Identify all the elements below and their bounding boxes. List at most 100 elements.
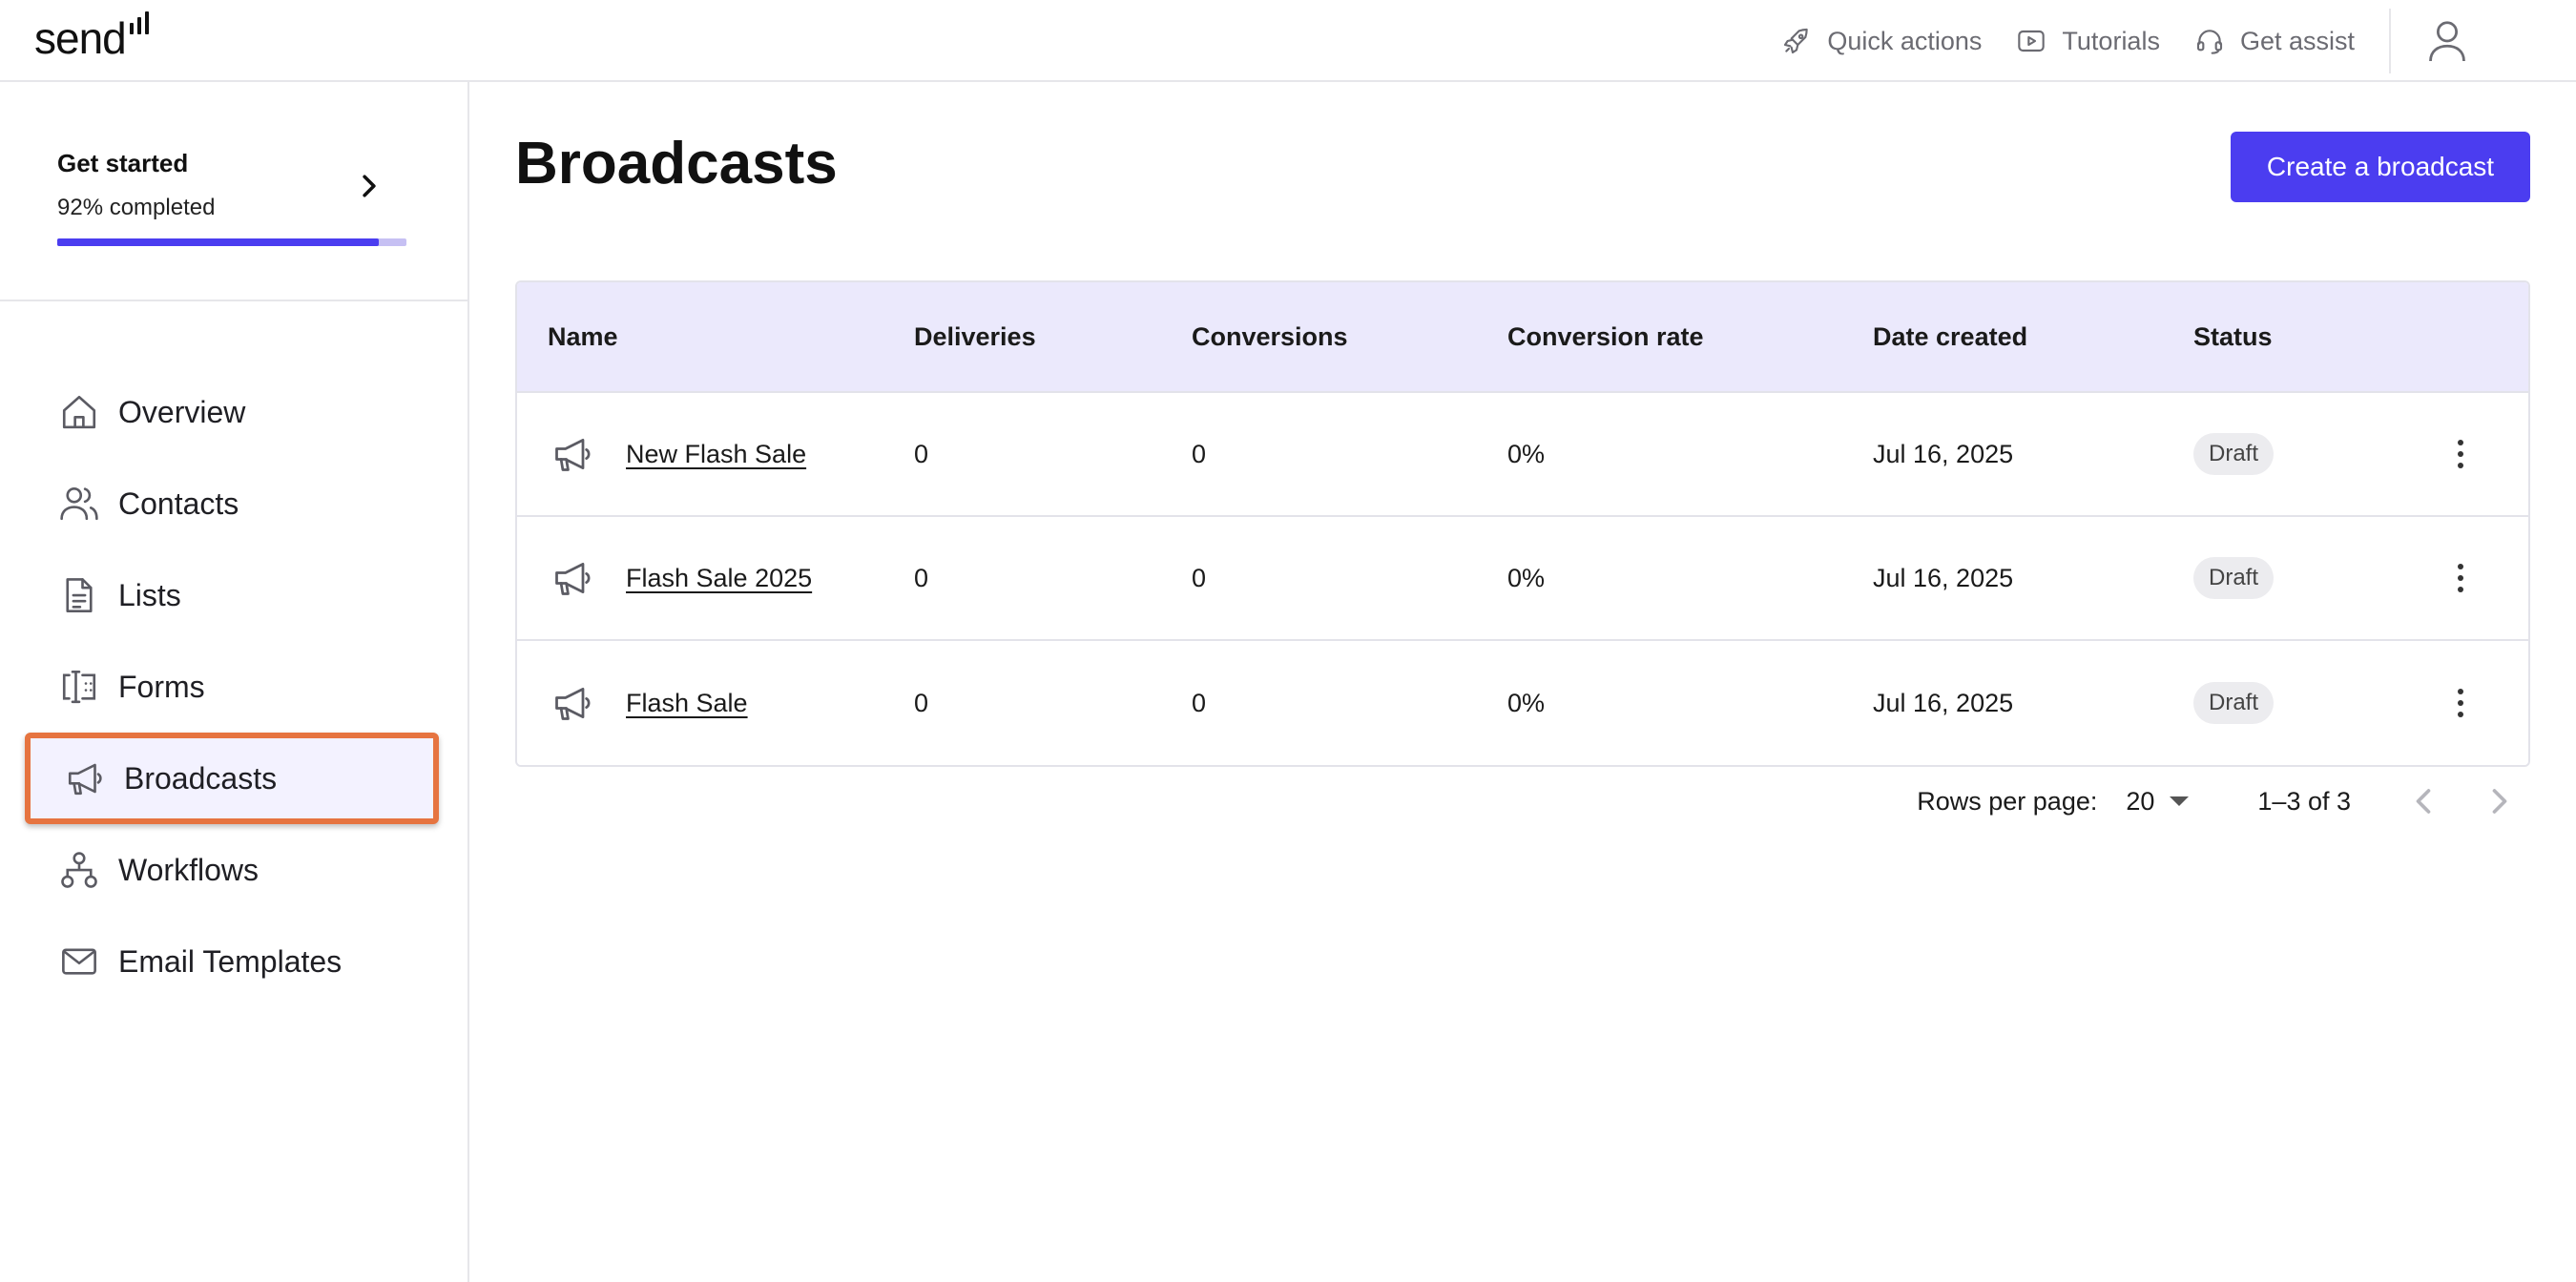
- chevron-left-icon: [2416, 789, 2431, 814]
- sidebar-nav: Overview Contacts Lists Forms Broadcasts…: [0, 366, 467, 1007]
- megaphone-icon: [555, 438, 591, 471]
- play-icon: [2018, 30, 2046, 52]
- form-icon: [62, 670, 96, 704]
- broadcast-name-link[interactable]: Flash Sale: [626, 689, 748, 718]
- conversion-rate-cell: 0%: [1507, 563, 1546, 592]
- sidebar-item-forms[interactable]: Forms: [0, 641, 467, 733]
- actions-cell: [2413, 554, 2508, 602]
- megaphone-icon: [555, 562, 591, 595]
- date-created-cell: Jul 16, 2025: [1873, 563, 2014, 592]
- name-cell: New Flash Sale: [517, 433, 914, 475]
- top-bar: send Quick actions Tutorials Get assist: [0, 0, 2576, 82]
- logo-text: send: [34, 13, 127, 63]
- table-row: New Flash Sale 0 0 0% Jul 16, 2025 Draft: [517, 393, 2528, 517]
- rows-per-page-value: 20: [2126, 786, 2155, 816]
- status-cell: Draft: [2193, 682, 2413, 724]
- tutorials-button[interactable]: Tutorials: [2016, 26, 2160, 56]
- conversion-rate-cell: 0%: [1507, 688, 1546, 717]
- sidebar-item-label: Broadcasts: [124, 760, 278, 796]
- profile-button[interactable]: [2427, 0, 2509, 82]
- broadcast-name-link[interactable]: Flash Sale 2025: [626, 564, 812, 593]
- deliveries-cell: 0: [914, 439, 929, 468]
- sidebar-item-broadcasts[interactable]: Broadcasts: [25, 733, 439, 824]
- conversions-cell: 0: [1192, 563, 1207, 592]
- get-started-progress-bar: [57, 238, 406, 246]
- date-created-cell: Jul 16, 2025: [1873, 688, 2014, 717]
- previous-page-button[interactable]: [2404, 782, 2442, 820]
- column-header-conversion-rate: Conversion rate: [1507, 321, 1704, 351]
- deliveries-cell: 0: [914, 688, 929, 717]
- workflow-icon: [61, 852, 97, 888]
- sidebar-item-label: Email Templates: [118, 943, 343, 979]
- column-header-date-created: Date created: [1873, 321, 2028, 351]
- chevron-right-icon: [363, 175, 376, 197]
- pagination-range: 1–3 of 3: [2257, 786, 2351, 816]
- status-badge: Draft: [2193, 557, 2275, 599]
- rocket-icon: [1784, 28, 1809, 54]
- broadcasts-table: Name Deliveries Conversions Conversion r…: [515, 280, 2530, 767]
- actions-cell: [2413, 679, 2508, 727]
- conversions-cell: 0: [1192, 439, 1207, 468]
- sidebar-item-label: Forms: [118, 669, 205, 704]
- get-assist-label: Get assist: [2239, 26, 2355, 55]
- sidebar-item-label: Overview: [118, 394, 246, 429]
- column-header-name: Name: [548, 321, 618, 351]
- page-title: Broadcasts: [515, 131, 838, 196]
- get-assist-button[interactable]: Get assist: [2194, 26, 2355, 56]
- status-cell: Draft: [2193, 557, 2413, 599]
- name-cell: Flash Sale 2025: [517, 557, 914, 599]
- sidebar-item-workflows[interactable]: Workflows: [0, 824, 467, 916]
- more-options-icon[interactable]: [2441, 679, 2480, 727]
- rows-per-page-label: Rows per page:: [1917, 786, 2098, 816]
- sidebar: Get started 92% completed Overview Conta…: [0, 82, 469, 1282]
- sidebar-item-email-templates[interactable]: Email Templates: [0, 916, 467, 1007]
- broadcast-name-link[interactable]: New Flash Sale: [626, 440, 806, 469]
- mail-icon: [62, 948, 96, 975]
- table-header: Name Deliveries Conversions Conversion r…: [517, 282, 2528, 393]
- quick-actions-button[interactable]: Quick actions: [1781, 26, 1982, 56]
- document-icon: [66, 578, 93, 612]
- app-logo[interactable]: send: [34, 8, 149, 61]
- rows-per-page-select[interactable]: 20: [2126, 786, 2190, 817]
- more-options-icon[interactable]: [2441, 430, 2480, 478]
- main-content: Broadcasts Create a broadcast Name Deliv…: [515, 82, 2530, 1282]
- headset-icon: [2196, 30, 2223, 54]
- top-divider: [2389, 9, 2391, 73]
- megaphone-icon: [68, 763, 102, 796]
- status-cell: Draft: [2193, 433, 2413, 475]
- date-created-cell: Jul 16, 2025: [1873, 439, 2014, 468]
- sidebar-item-label: Contacts: [118, 486, 239, 521]
- home-icon: [62, 395, 96, 429]
- column-header-deliveries: Deliveries: [914, 321, 1036, 351]
- sidebar-item-contacts[interactable]: Contacts: [0, 458, 467, 549]
- actions-cell: [2413, 430, 2508, 478]
- status-badge: Draft: [2193, 433, 2275, 475]
- top-actions: Quick actions Tutorials Get assist: [1781, 0, 2576, 82]
- megaphone-icon: [555, 687, 591, 720]
- get-started-card[interactable]: Get started 92% completed: [0, 82, 467, 301]
- sidebar-item-label: Lists: [118, 577, 181, 612]
- more-options-icon[interactable]: [2441, 554, 2480, 602]
- get-started-progress-text: 92% completed: [57, 195, 216, 220]
- table-row: Flash Sale 2025 0 0 0% Jul 16, 2025 Draf…: [517, 517, 2528, 641]
- deliveries-cell: 0: [914, 563, 929, 592]
- conversion-rate-cell: 0%: [1507, 439, 1546, 468]
- next-page-button[interactable]: [2481, 782, 2519, 820]
- quick-actions-label: Quick actions: [1827, 26, 1983, 55]
- create-broadcast-button[interactable]: Create a broadcast: [2231, 132, 2530, 202]
- users-icon: [60, 486, 98, 521]
- tutorials-label: Tutorials: [2062, 26, 2160, 55]
- get-started-progress-fill: [57, 238, 379, 246]
- name-cell: Flash Sale: [517, 682, 914, 724]
- chevron-right-icon: [2492, 789, 2507, 814]
- logo-bars: [129, 11, 149, 34]
- get-started-title: Get started: [57, 149, 189, 177]
- column-header-status: Status: [2193, 321, 2273, 351]
- sidebar-item-overview[interactable]: Overview: [0, 366, 467, 458]
- conversions-cell: 0: [1192, 688, 1207, 717]
- status-badge: Draft: [2193, 682, 2275, 724]
- sidebar-item-lists[interactable]: Lists: [0, 549, 467, 641]
- column-header-conversions: Conversions: [1192, 321, 1348, 351]
- user-icon: [2429, 21, 2465, 62]
- sidebar-item-label: Workflows: [118, 852, 259, 887]
